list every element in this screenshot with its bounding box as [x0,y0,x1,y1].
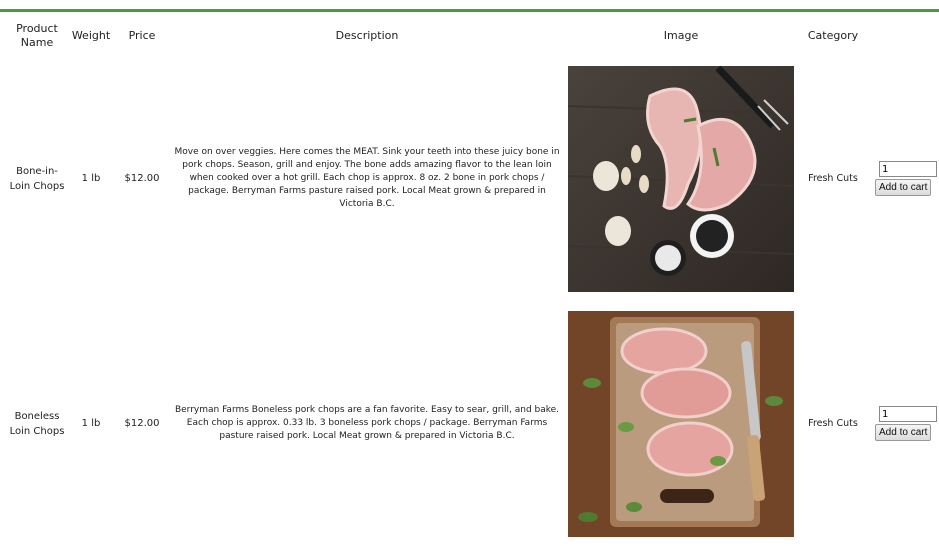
add-to-cart-button[interactable]: Add to cart [875,179,932,196]
add-to-cart-button[interactable]: Add to cart [875,424,932,441]
cart-controls: Add to cart [871,56,939,301]
quantity-input[interactable] [879,406,937,422]
product-name: Bone-in-Loin Chops [9,165,65,192]
product-category: Fresh Cuts [808,417,858,429]
product-image-boneless-chops [568,310,794,537]
table-row: Bone-in-Loin Chops 1 lb $12.00 Move on o… [9,56,939,301]
product-price: $12.00 [124,173,160,184]
product-image-cell [567,301,795,546]
product-price: $12.00 [124,418,160,429]
quantity-input[interactable] [879,161,937,177]
product-weight: 1 lb [81,418,101,429]
column-header-category: Category [807,29,859,42]
header-divider [0,9,939,12]
column-header-description: Description [335,29,399,42]
products-table: Product Name Weight Price Description Im… [9,16,939,546]
product-image-cell [567,56,795,301]
table-header-row: Product Name Weight Price Description Im… [9,16,939,56]
column-header-image: Image [663,29,699,42]
column-header-price: Price [128,29,156,42]
product-image-bone-in-chops [568,65,794,292]
product-weight: 1 lb [81,173,101,184]
product-name: Boneless Loin Chops [9,410,65,437]
cart-controls: Add to cart [871,301,939,546]
column-header-cart [871,16,939,56]
column-header-product-name: Product Name [16,22,58,49]
column-header-weight: Weight [71,29,111,42]
product-description: Move on over veggies. Here comes the MEA… [174,147,560,209]
product-description: Berryman Farms Boneless pork chops are a… [174,405,560,441]
product-category: Fresh Cuts [808,172,858,184]
table-row: Boneless Loin Chops 1 lb $12.00 Berryman… [9,301,939,546]
